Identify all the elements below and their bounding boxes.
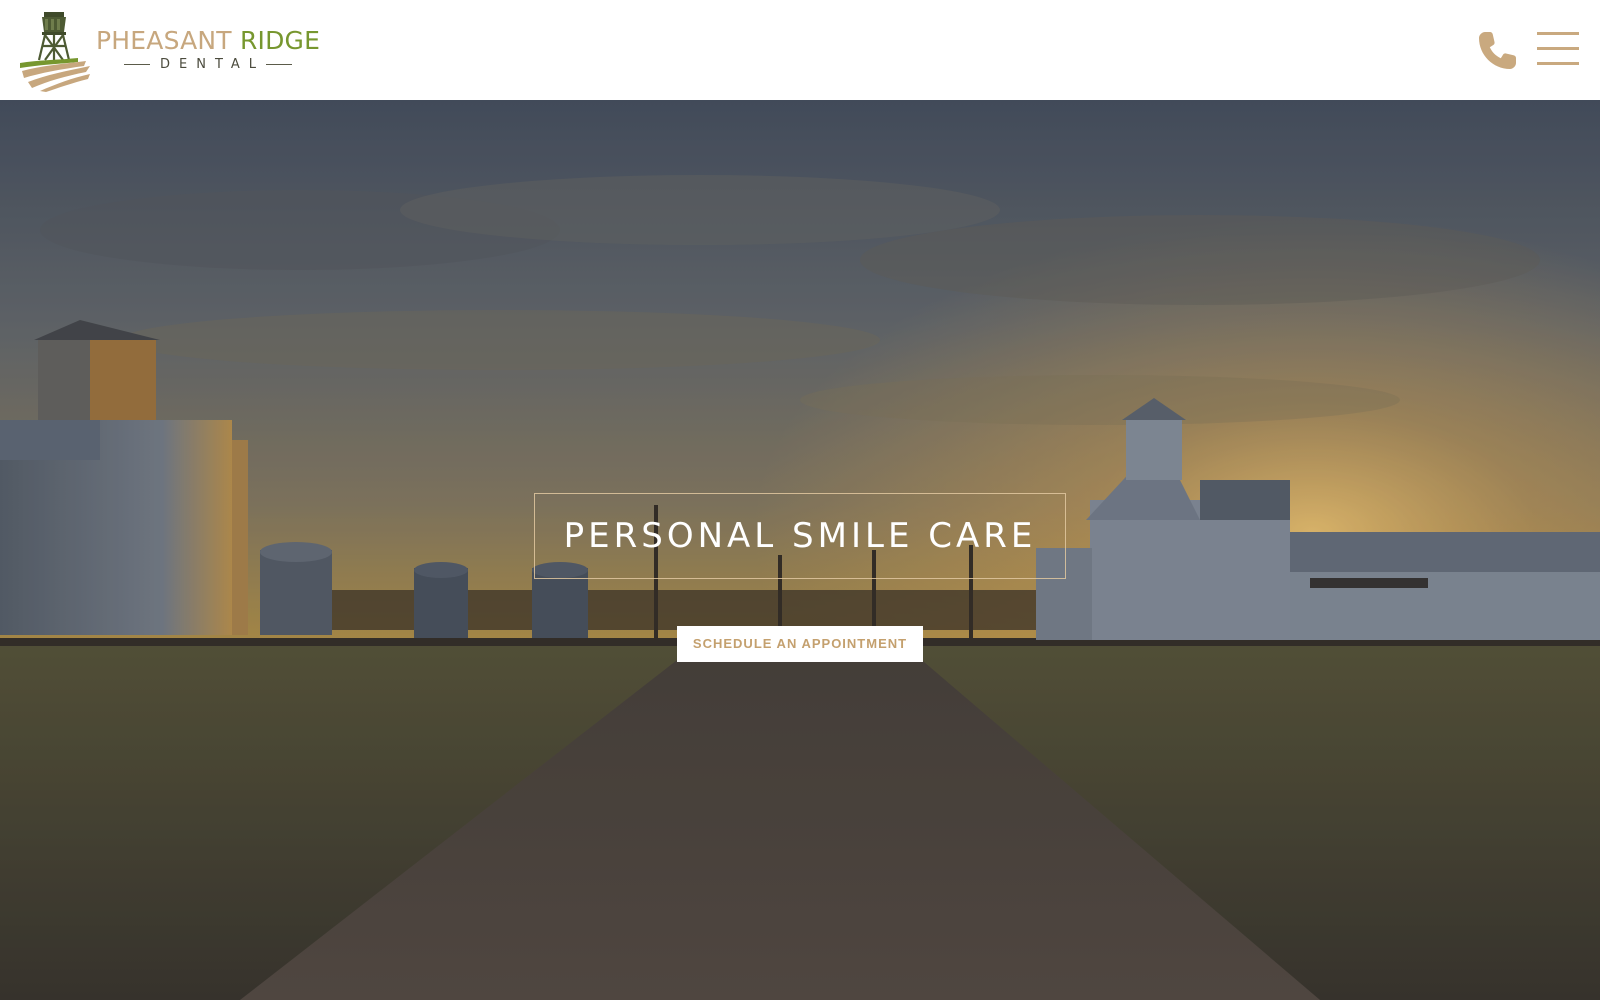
brand-subtitle-text: DENTAL (160, 57, 266, 72)
hero-title: PERSONAL SMILE CARE (563, 516, 1037, 556)
hamburger-menu-icon-bar (1537, 47, 1579, 50)
water-tower-logo-icon (20, 12, 90, 92)
brand-subtitle-rule-right (266, 64, 293, 65)
hero-title-box: PERSONAL SMILE CARE (534, 493, 1066, 579)
schedule-appointment-button[interactable]: SCHEDULE AN APPOINTMENT (677, 626, 923, 662)
hamburger-menu-icon (1537, 32, 1579, 35)
phone-icon (1479, 32, 1516, 69)
hamburger-menu-icon-bar (1537, 62, 1579, 65)
phone-button[interactable] (1476, 28, 1520, 72)
menu-button[interactable] (1537, 30, 1581, 68)
hero-section: PERSONAL SMILE CARE SCHEDULE AN APPOINTM… (0, 100, 1600, 1000)
brand-name: PHEASANT RIDGE (96, 28, 320, 53)
brand-name-part2: RIDGE (239, 26, 321, 55)
brand-subtitle: DENTAL (124, 57, 314, 72)
site-header: PHEASANT RIDGE DENTAL (0, 0, 1600, 100)
brand-subtitle-rule-left (124, 64, 150, 65)
brand-name-part1: PHEASANT (96, 26, 232, 55)
brand-logo[interactable]: PHEASANT RIDGE DENTAL (18, 8, 338, 92)
